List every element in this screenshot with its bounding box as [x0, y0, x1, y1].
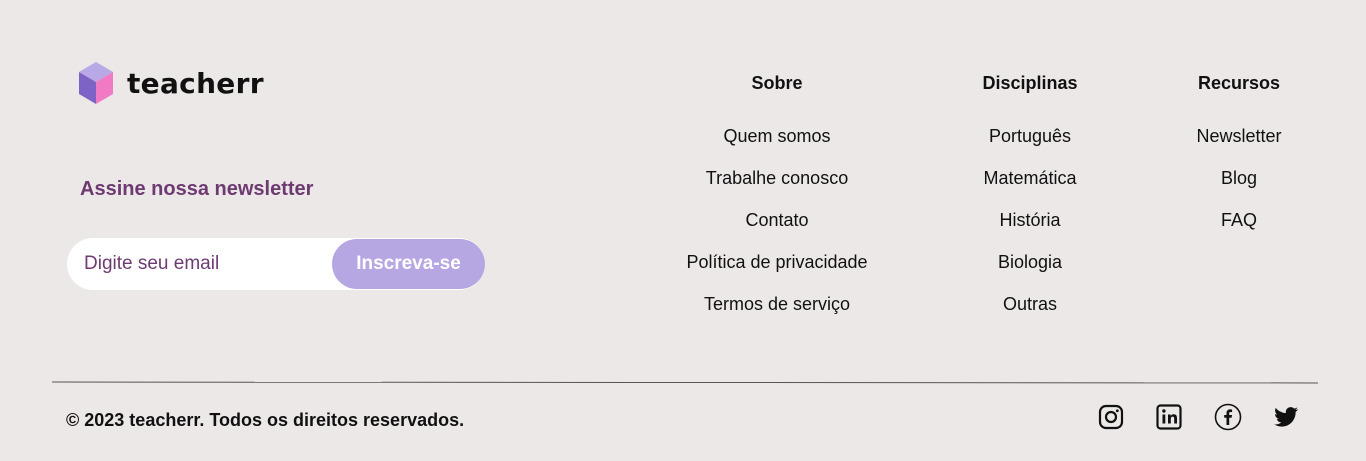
link-quem-somos[interactable]: Quem somos	[723, 126, 830, 146]
link-blog[interactable]: Blog	[1221, 168, 1257, 188]
column-title-sobre: Sobre	[751, 73, 803, 93]
newsletter-form: Inscreva-se	[67, 238, 485, 290]
link-termos-servico[interactable]: Termos de serviço	[704, 294, 850, 314]
link-faq[interactable]: FAQ	[1221, 210, 1257, 230]
link-trabalhe-conosco[interactable]: Trabalhe conosco	[706, 168, 848, 188]
twitter-icon[interactable]	[1272, 403, 1300, 431]
brand-name: teacherr	[127, 67, 264, 100]
copyright-text: © 2023 teacherr. Todos os direitos reser…	[66, 410, 465, 430]
link-newsletter[interactable]: Newsletter	[1196, 126, 1281, 146]
link-politica-privacidade[interactable]: Política de privacidade	[686, 252, 867, 272]
link-portugues[interactable]: Português	[989, 126, 1071, 146]
site-footer: teacherr Assine nossa newsletter Inscrev…	[0, 0, 1366, 461]
brand[interactable]: teacherr	[78, 62, 264, 105]
link-matematica[interactable]: Matemática	[983, 168, 1076, 188]
newsletter-title: Assine nossa newsletter	[80, 178, 314, 200]
link-outras[interactable]: Outras	[1003, 294, 1057, 314]
facebook-icon[interactable]	[1214, 403, 1242, 431]
footer-column-sobre: Sobre Quem somos Trabalhe conosco Contat…	[686, 72, 867, 335]
footer-column-disciplinas: Disciplinas Português Matemática Históri…	[982, 72, 1077, 335]
column-title-disciplinas: Disciplinas	[982, 73, 1078, 93]
subscribe-button[interactable]: Inscreva-se	[332, 239, 485, 289]
instagram-icon[interactable]	[1097, 403, 1125, 431]
cube-logo-icon	[78, 62, 114, 105]
link-biologia[interactable]: Biologia	[998, 252, 1062, 272]
link-contato[interactable]: Contato	[745, 210, 808, 230]
linkedin-icon[interactable]	[1155, 403, 1183, 431]
footer-divider	[51, 381, 1319, 384]
link-historia[interactable]: História	[999, 210, 1060, 230]
footer-column-recursos: Recursos Newsletter Blog FAQ	[1196, 72, 1281, 251]
column-title-recursos: Recursos	[1197, 73, 1281, 93]
